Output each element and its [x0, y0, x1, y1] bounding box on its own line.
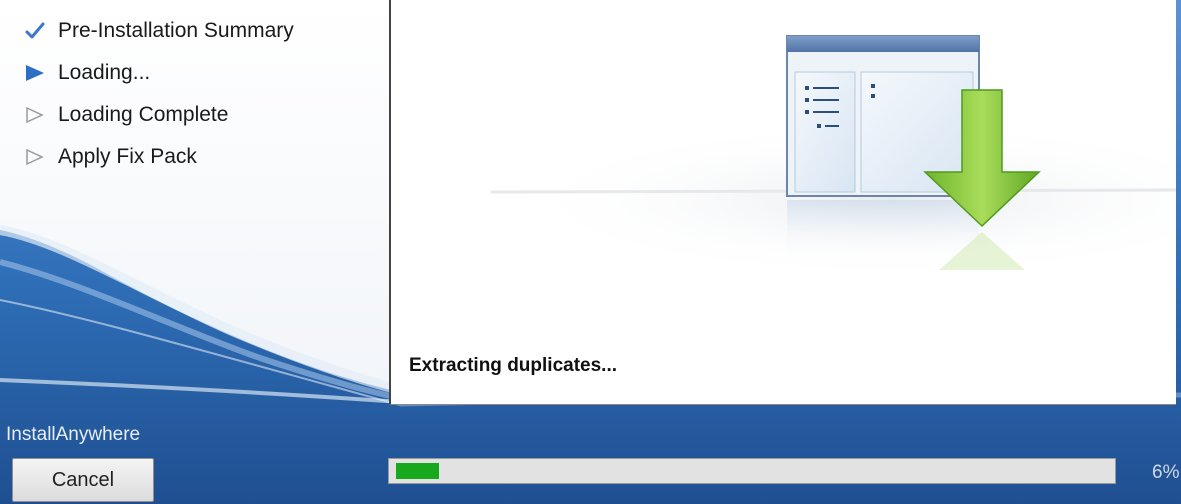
progress-percent: 6% — [1152, 462, 1180, 483]
cancel-button[interactable]: Cancel — [12, 458, 154, 502]
step-pre-installation-summary: Pre-Installation Summary — [24, 16, 294, 46]
installer-window: Pre-Installation Summary Loading... Load… — [0, 0, 1181, 504]
progress-bar — [388, 458, 1116, 484]
step-apply-fix-pack: Apply Fix Pack — [24, 142, 197, 172]
step-loading: Loading... — [24, 58, 150, 88]
step-label: Apply Fix Pack — [58, 145, 197, 168]
brand-label: InstallAnywhere — [6, 424, 141, 445]
step-label: Pre-Installation Summary — [58, 19, 294, 42]
progress-fill — [396, 463, 439, 479]
step-label: Loading Complete — [58, 103, 229, 126]
content-panel: Extracting duplicates... — [389, 0, 1176, 405]
outline-arrow-icon — [24, 103, 58, 127]
step-loading-complete: Loading Complete — [24, 100, 228, 130]
window-download-icon — [490, 35, 1176, 280]
status-text: Extracting duplicates... — [409, 355, 617, 376]
step-label: Loading... — [58, 61, 151, 84]
filled-arrow-icon — [24, 61, 58, 85]
outline-arrow-icon — [24, 145, 58, 169]
checkmark-icon — [24, 19, 58, 43]
